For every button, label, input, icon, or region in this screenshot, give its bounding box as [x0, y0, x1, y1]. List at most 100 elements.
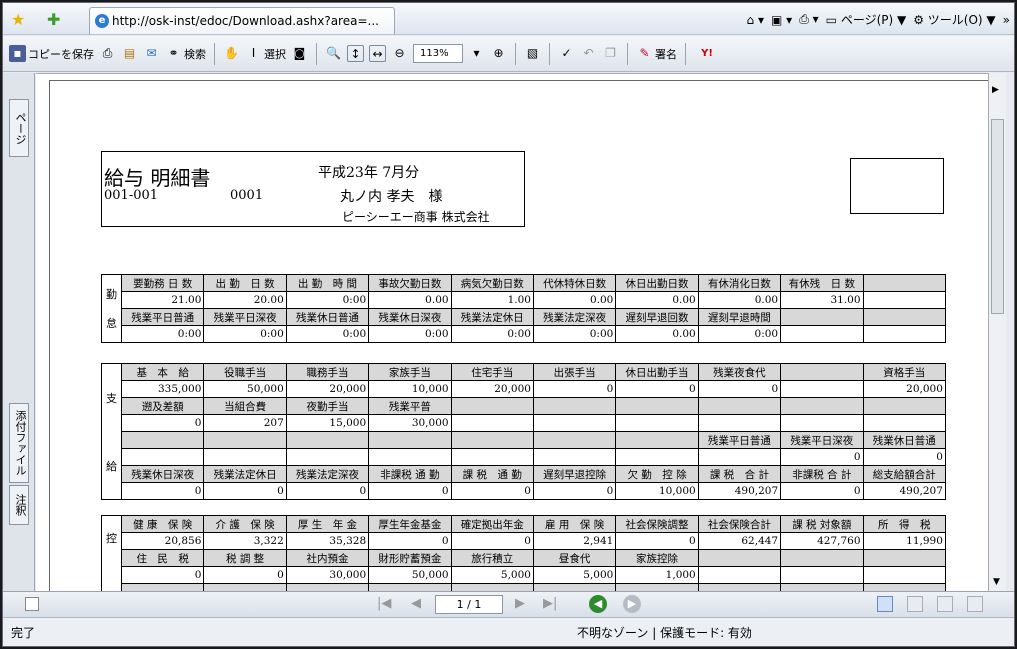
table-header: 家族手当 [368, 363, 452, 381]
zoom-plus-icon[interactable]: ⊕ [490, 45, 507, 62]
table-header [780, 549, 864, 567]
copy-icon[interactable]: ❐ [602, 45, 619, 62]
first-page-icon[interactable]: |◀ [377, 596, 391, 611]
email-icon[interactable]: ✉ [143, 45, 160, 62]
toolbar-divider [549, 42, 550, 65]
table-row: 0 0 [102, 448, 946, 466]
vertical-scrollbar[interactable]: ▶ ▼ [988, 73, 1006, 591]
chevron-down-icon[interactable]: ▾ [468, 45, 485, 62]
zoom-in-icon[interactable]: 🔍 [325, 45, 342, 62]
table-header: 課 税 対象額 [780, 515, 864, 533]
fit-width-icon[interactable]: ↔ [369, 45, 386, 62]
scroll-down-icon[interactable]: ▼ [993, 577, 1000, 587]
select-tool-button[interactable]: I 選択 [245, 45, 286, 62]
table-header: 総支給額合計 [862, 465, 946, 483]
text-cursor-icon: I [251, 46, 256, 60]
forward-view-icon[interactable]: ▶ [623, 595, 641, 613]
table-header [697, 583, 782, 591]
panel-toggle-icon[interactable] [25, 597, 39, 611]
last-page-icon[interactable]: ▶| [543, 596, 557, 611]
tab-attachments[interactable]: 添付ファイル [9, 403, 29, 483]
continuous-icon[interactable] [907, 596, 923, 612]
acrobat-toolbar: ▪ コピーを保存 ⎙ ▤ ✉ ⚭ 検索 ✋ I 選択 ◙ 🔍 ↕ ↔ ⊖ 113% ▾… [3, 36, 1014, 72]
favorites-star-icon[interactable]: ★ [11, 10, 25, 29]
table-header: 夜勤手当 [285, 397, 370, 415]
table-header [368, 431, 452, 449]
table-header: 基 本 給 [120, 363, 205, 381]
yahoo-icon[interactable]: Y! [694, 45, 720, 62]
table-header: 税 調 整 [203, 549, 287, 567]
table-header [203, 431, 287, 449]
tools-menu[interactable]: ⚙ ツール(O) ▼ [913, 11, 995, 28]
prev-page-icon[interactable]: ◀ [411, 596, 421, 611]
table-row: 控 健 康 保 険 介 護 保 険 厚 生 年 金 厚生年金基金 確定拠出年金 … [101, 515, 946, 591]
table-header: 残業休日深夜 [368, 308, 452, 326]
tab-pages[interactable]: ページ [9, 99, 29, 157]
table-header [120, 583, 205, 591]
tab-comments[interactable]: 注釈 [9, 485, 29, 525]
employee-name: 丸ノ内 孝夫 様 [340, 189, 443, 205]
browser-tab[interactable]: e http://osk-inst/edoc/Download.ashx?are… [89, 7, 395, 34]
employee-code: 001-001 [104, 188, 159, 203]
table-row: 残業平日普通 残業平日深夜 残業休日普通 残業休日深夜 残業法定休日 残業法定深… [102, 308, 946, 326]
table-cell [780, 325, 864, 343]
status-text: 完了 [11, 626, 36, 640]
browser-tab-bar: ★ ✚ e http://osk-inst/edoc/Download.ashx… [3, 3, 1014, 35]
table-header [615, 583, 699, 591]
table-header: 残業平日普通 [697, 431, 782, 449]
single-page-icon[interactable] [877, 596, 893, 612]
table-cell: 0 [203, 566, 287, 584]
table-header: 健 康 保 険 [120, 515, 205, 533]
page-menu[interactable]: ▭ ページ(P) ▼ [826, 11, 907, 28]
table-header: 財形貯蓄預金 [368, 549, 452, 567]
snapshot-icon[interactable]: ◙ [291, 45, 308, 62]
security-zone: 不明なゾーン | 保護モード: 有効 [577, 626, 752, 640]
table-cell: 31.00 [780, 291, 864, 309]
feeds-icon[interactable]: ▣ ▾ [771, 13, 792, 27]
stamp-box [850, 158, 944, 214]
page-tools-icon[interactable]: ▧ [524, 45, 541, 62]
spellcheck-icon[interactable]: ✓ [558, 45, 575, 62]
table-cell: 0:00 [120, 325, 205, 343]
toolbar-divider [316, 42, 317, 65]
sign-button[interactable]: ✎ 署名 [636, 45, 677, 62]
table-header: 休日出勤手当 [615, 363, 699, 381]
print-icon[interactable]: ⎙ [99, 45, 116, 62]
continuous-facing-icon[interactable] [967, 596, 983, 612]
save-copy-button[interactable]: ▪ コピーを保存 [9, 45, 94, 62]
home-icon[interactable]: ⌂ ▾ [747, 13, 764, 27]
zoom-out-icon[interactable]: ⊖ [391, 45, 408, 62]
facing-icon[interactable] [937, 596, 953, 612]
table-header [780, 308, 864, 326]
table-header [450, 431, 534, 449]
hand-tool-icon[interactable]: ✋ [223, 45, 240, 62]
chevron-right-icon[interactable]: » [1003, 13, 1010, 27]
table-cell: 10,000 [368, 380, 452, 398]
table-cell: 10,000 [615, 482, 699, 500]
table-cell [615, 414, 699, 432]
zoom-select[interactable]: 113% [413, 44, 463, 63]
search-button[interactable]: ⚭ 検索 [165, 45, 206, 62]
back-view-icon[interactable]: ◀ [589, 595, 607, 613]
organizer-icon[interactable]: ▤ [121, 45, 138, 62]
table-cell: 20,000 [285, 380, 370, 398]
employee-number: 0001 [230, 188, 264, 203]
undo-icon[interactable]: ↶ [580, 45, 597, 62]
scrollbar-thumb[interactable] [991, 119, 1004, 314]
table-header [285, 583, 370, 591]
table-cell [697, 566, 782, 584]
table-cell: 62,447 [697, 532, 782, 550]
table-header: 有休残 日 数 [780, 274, 864, 292]
table-cell [532, 448, 617, 466]
page-number-input[interactable]: 1 / 1 [435, 595, 503, 614]
table-cell: 427,760 [780, 532, 864, 550]
table-cell: 20,000 [450, 380, 534, 398]
fit-page-icon[interactable]: ↕ [347, 45, 364, 62]
table-cell: 0.00 [368, 291, 452, 309]
table-row: 335,000 50,000 20,000 10,000 20,000 0 0 … [102, 380, 946, 398]
table-header: 非課税 通 勤 [368, 465, 452, 483]
print-icon[interactable]: ⎙ ▾ [799, 12, 818, 27]
next-page-icon[interactable]: ▶ [515, 596, 525, 611]
triangle-right-icon[interactable]: ▶ [992, 85, 999, 95]
add-favorites-icon[interactable]: ✚ [47, 10, 60, 29]
